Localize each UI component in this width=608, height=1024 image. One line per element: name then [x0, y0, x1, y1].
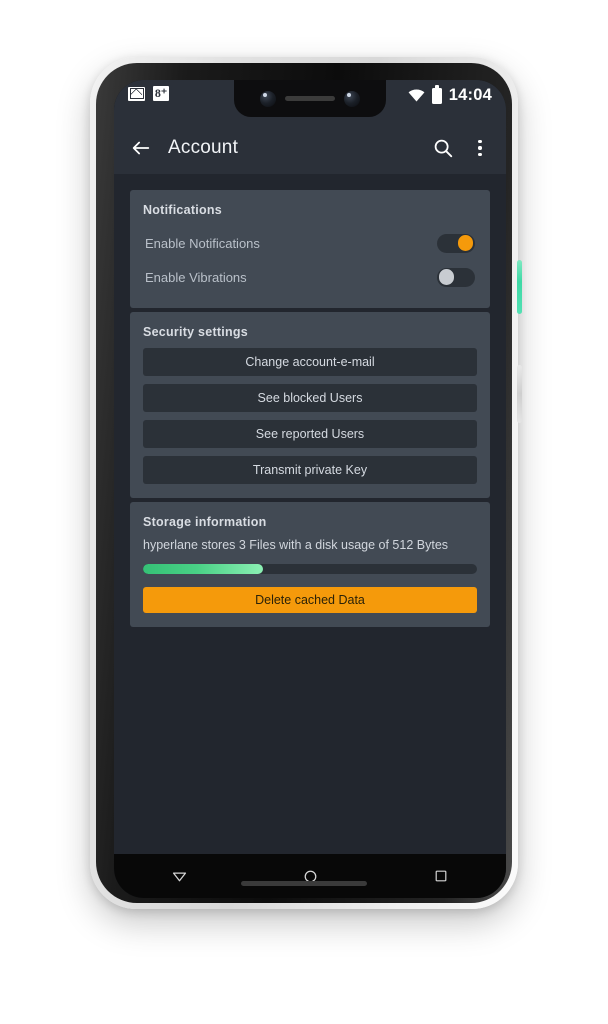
switch-knob	[438, 269, 455, 285]
overflow-menu-icon[interactable]	[470, 137, 490, 159]
status-bar-notification-icons: 8⁺	[128, 86, 169, 101]
transmit-private-key-button[interactable]: Transmit private Key	[143, 456, 477, 484]
enable-notifications-row[interactable]: Enable Notifications	[143, 226, 477, 260]
page-title: Account	[168, 137, 239, 158]
search-icon[interactable]	[432, 137, 454, 159]
storage-progress-bar	[143, 564, 477, 574]
earpiece-speaker	[285, 96, 335, 101]
settings-content: Notifications Enable Notifications Enabl…	[114, 174, 506, 854]
enable-vibrations-label: Enable Vibrations	[145, 269, 247, 285]
phone-device-frame: 8⁺ 14:04 Account Notifications Enable No…	[90, 57, 522, 909]
wifi-icon	[408, 89, 425, 102]
see-blocked-users-button[interactable]: See blocked Users	[143, 384, 477, 412]
nav-recents-icon[interactable]	[433, 868, 449, 884]
overflow-dot	[478, 152, 482, 157]
storage-progress-fill	[143, 564, 264, 574]
overflow-dot	[478, 146, 482, 150]
front-camera-secondary-icon	[344, 90, 360, 107]
display-notch	[234, 80, 386, 117]
delete-cached-data-button[interactable]: Delete cached Data	[143, 587, 477, 613]
back-arrow-icon[interactable]	[130, 137, 152, 159]
security-settings-card: Security settings Change account-e-mail …	[130, 312, 490, 498]
storage-usage-text: hyperlane stores 3 Files with a disk usa…	[143, 538, 449, 552]
bottom-speaker-grille	[241, 881, 367, 886]
change-account-email-button[interactable]: Change account-e-mail	[143, 348, 477, 376]
enable-vibrations-switch[interactable]	[437, 267, 475, 287]
status-bar: 8⁺ 14:04	[114, 80, 506, 122]
storage-information-card: Storage information hyperlane stores 3 F…	[130, 502, 490, 627]
app-bar: Account	[114, 122, 506, 174]
front-camera-icon	[260, 90, 276, 107]
status-bar-clock: 14:04	[448, 86, 492, 104]
power-button[interactable]	[517, 260, 522, 314]
battery-icon	[431, 85, 442, 104]
security-settings-card-title: Security settings	[143, 325, 248, 339]
storage-information-card-title: Storage information	[143, 515, 267, 529]
enable-notifications-label: Enable Notifications	[145, 235, 260, 251]
enable-notifications-switch[interactable]	[437, 233, 475, 253]
overflow-dot	[478, 139, 482, 144]
gmail-icon	[128, 86, 145, 101]
volume-rocker-button[interactable]	[517, 365, 522, 423]
phone-bezel: 8⁺ 14:04 Account Notifications Enable No…	[96, 63, 512, 903]
phone-screen: 8⁺ 14:04 Account Notifications Enable No…	[114, 80, 506, 898]
notifications-card: Notifications Enable Notifications Enabl…	[130, 190, 490, 308]
switch-knob	[457, 235, 474, 251]
see-reported-users-button[interactable]: See reported Users	[143, 420, 477, 448]
enable-vibrations-row[interactable]: Enable Vibrations	[143, 260, 477, 294]
nav-back-icon[interactable]	[171, 868, 188, 885]
notifications-card-title: Notifications	[143, 203, 222, 217]
android-navigation-bar	[114, 854, 506, 898]
status-bar-system-icons: 14:04	[408, 85, 492, 105]
google-plus-icon: 8⁺	[153, 86, 169, 101]
